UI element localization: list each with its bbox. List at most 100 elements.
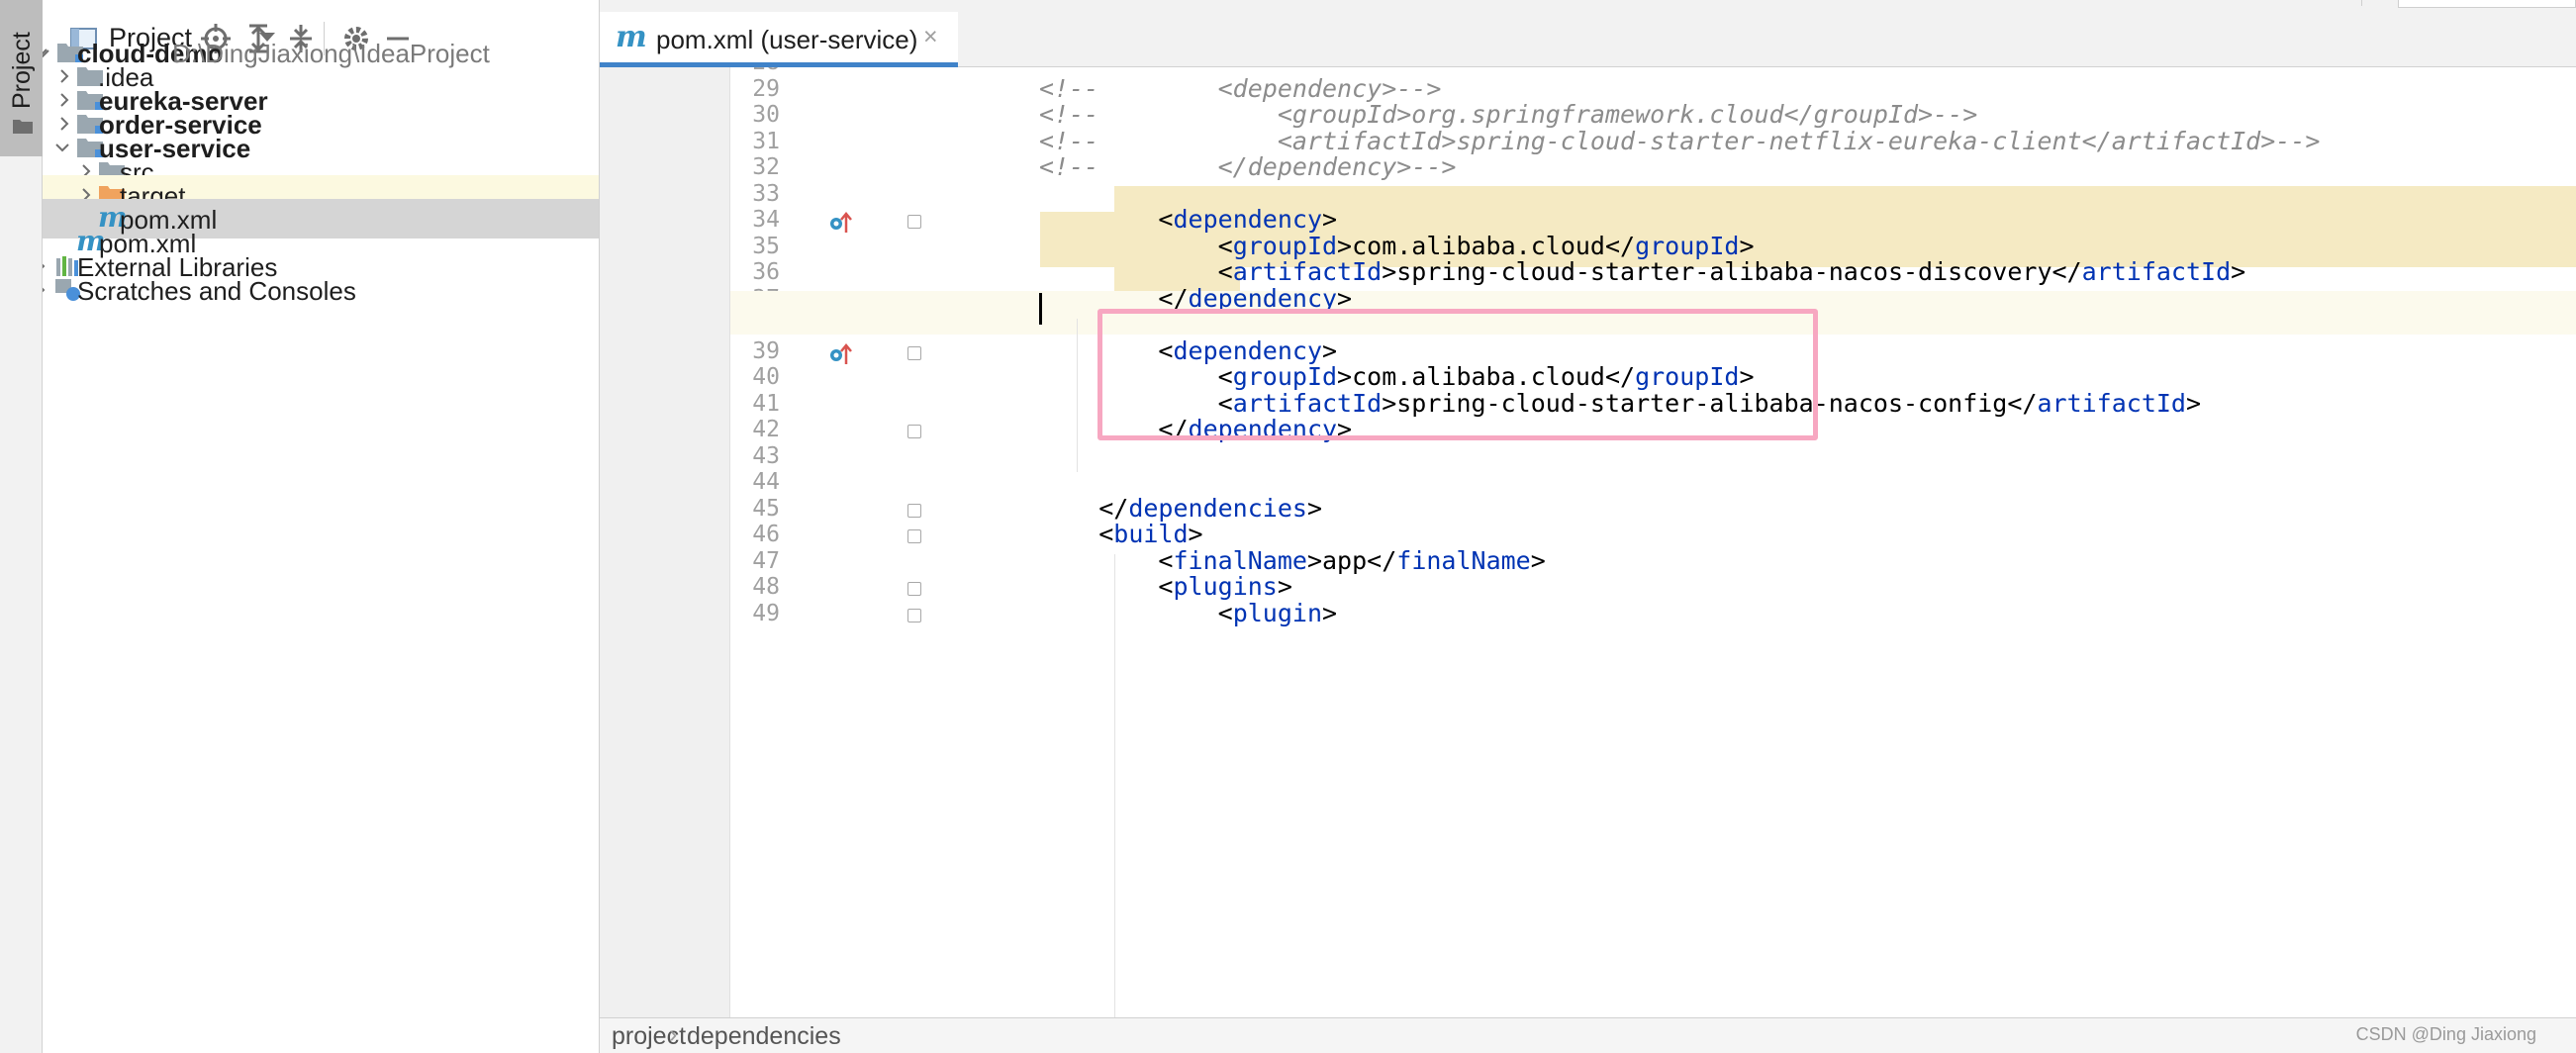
xml-text: > xyxy=(2231,257,2246,286)
editor-tab-bar: m pom.xml (user-service) × xyxy=(600,0,2576,67)
line-number: 32 xyxy=(752,154,780,180)
xml-tag-name: dependency xyxy=(1173,205,1322,234)
line-number: 28 xyxy=(600,67,780,75)
xml-text: > xyxy=(1306,493,1323,523)
xml-text: > xyxy=(1739,231,1755,260)
comment-token: <!-- xyxy=(1039,100,1099,129)
line-number: 30 xyxy=(752,102,780,128)
xml-tag-name: build xyxy=(1113,520,1189,548)
line-number: 43 xyxy=(752,442,780,469)
breadcrumb-item-dependencies[interactable]: dependencies xyxy=(687,1022,841,1051)
implementation-marker-icon[interactable] xyxy=(827,209,855,237)
close-icon[interactable]: × xyxy=(923,23,938,51)
xml-text: </ xyxy=(1098,493,1129,523)
fold-marker-icon[interactable] xyxy=(907,608,921,622)
comment-token: <!-- xyxy=(1039,73,1099,103)
tool-window-strip: Project xyxy=(0,0,43,1053)
code-line: <dependency> xyxy=(1039,205,1337,234)
xml-text: < xyxy=(1158,545,1174,575)
folder-icon xyxy=(13,120,33,134)
tree-item-scratches[interactable]: Scratches and Consoles xyxy=(43,270,599,310)
line-number: 29 xyxy=(752,75,780,102)
code-line: <plugins> xyxy=(1039,572,1292,601)
xml-text: > xyxy=(2185,388,2202,418)
implementation-marker-icon[interactable] xyxy=(827,340,855,368)
line-number: 34 xyxy=(752,207,780,233)
xml-text: > xyxy=(1530,545,1546,575)
editor-gutter: 2829303132333435363738394041424344454647… xyxy=(600,67,921,1017)
fold-marker-icon[interactable] xyxy=(907,582,921,596)
line-number: 44 xyxy=(752,469,780,495)
toolbar-widget[interactable] xyxy=(2398,0,2576,8)
tab-title: pom.xml (user-service) xyxy=(656,25,918,54)
xml-tag-name: finalName xyxy=(1396,545,1531,575)
line-number: 33 xyxy=(752,180,780,207)
fold-marker-icon[interactable] xyxy=(907,425,921,438)
xml-text: < xyxy=(1158,572,1174,601)
comment-token: </dependency>--> xyxy=(1098,152,1457,181)
project-panel: Project cloud-demo D:\DingJiaxiong\IdeaP… xyxy=(43,0,600,1053)
xml-tag-name: groupId xyxy=(1635,231,1740,260)
xml-tag-name: artifactId xyxy=(2037,388,2186,418)
xml-text: > xyxy=(1188,520,1203,548)
comment-token: <dependency>--> xyxy=(1098,73,1442,103)
fold-marker-icon[interactable] xyxy=(907,503,921,518)
xml-text: < xyxy=(1217,598,1233,627)
project-tool-tab-label: Project xyxy=(8,32,36,109)
watermark: CSDN @Ding Jiaxiong xyxy=(2355,1024,2536,1044)
line-number: 36 xyxy=(752,259,780,285)
xml-text: < xyxy=(1098,520,1114,548)
code-line: <plugin> xyxy=(1039,599,1337,627)
line-number: 41 xyxy=(752,390,780,417)
code-line: <finalName>app</finalName> xyxy=(1039,545,1546,575)
xml-text: >app</ xyxy=(1306,545,1397,575)
comment-token: <!-- xyxy=(1039,126,1099,155)
code-line: <!-- <dependency>--> xyxy=(1039,74,1441,103)
project-tool-tab[interactable]: Project xyxy=(0,0,43,156)
line-number: 42 xyxy=(752,417,780,442)
comment-token: <artifactId>spring-cloud-starter-netflix… xyxy=(1098,126,2321,155)
xml-text: >com.alibaba.cloud</ xyxy=(1337,231,1636,260)
fold-marker-icon[interactable] xyxy=(907,215,921,229)
xml-tag-name: groupId xyxy=(1232,231,1338,260)
code-line: </dependencies> xyxy=(1039,494,1322,523)
line-number: 31 xyxy=(752,128,780,154)
line-number: 49 xyxy=(752,600,780,626)
xml-tag-name: finalName xyxy=(1173,545,1307,575)
code-line: <!-- <artifactId>spring-cloud-starter-ne… xyxy=(1039,127,2320,155)
fold-marker-icon[interactable] xyxy=(907,345,921,360)
line-number: 45 xyxy=(752,495,780,522)
tab-pom-xml[interactable]: m pom.xml (user-service) × xyxy=(600,12,958,67)
xml-text: > xyxy=(1277,572,1292,601)
line-number: 39 xyxy=(752,337,780,364)
line-number: 40 xyxy=(752,364,780,390)
chevron-right-icon xyxy=(43,287,46,293)
code-line: <!-- <groupId>org.springframework.cloud<… xyxy=(1039,100,1977,129)
tree-item-label: Scratches and Consoles xyxy=(77,276,356,306)
comment-token: <!-- xyxy=(1039,152,1099,181)
line-number: 35 xyxy=(752,233,780,259)
line-number: 47 xyxy=(752,547,780,574)
maven-icon: m xyxy=(616,20,647,54)
xml-tag-name: plugins xyxy=(1173,572,1278,601)
xml-text: >spring-cloud-starter-alibaba-nacos-disc… xyxy=(1382,257,2082,286)
fold-marker-icon[interactable] xyxy=(907,529,921,543)
code-line: <!-- </dependency>--> xyxy=(1039,152,1456,181)
code-line: <groupId>com.alibaba.cloud</groupId> xyxy=(1039,232,1755,260)
breadcrumb-separator: › xyxy=(669,1020,678,1048)
xml-text: < xyxy=(1158,205,1174,234)
xml-text: > xyxy=(1322,598,1338,627)
xml-text: < xyxy=(1217,231,1233,260)
toolbar-divider xyxy=(2361,0,2362,6)
code-line: <build> xyxy=(1039,520,1203,548)
code-editor[interactable]: 2829303132333435363738394041424344454647… xyxy=(600,67,2576,1017)
xml-tag-name: artifactId xyxy=(1232,257,1383,286)
